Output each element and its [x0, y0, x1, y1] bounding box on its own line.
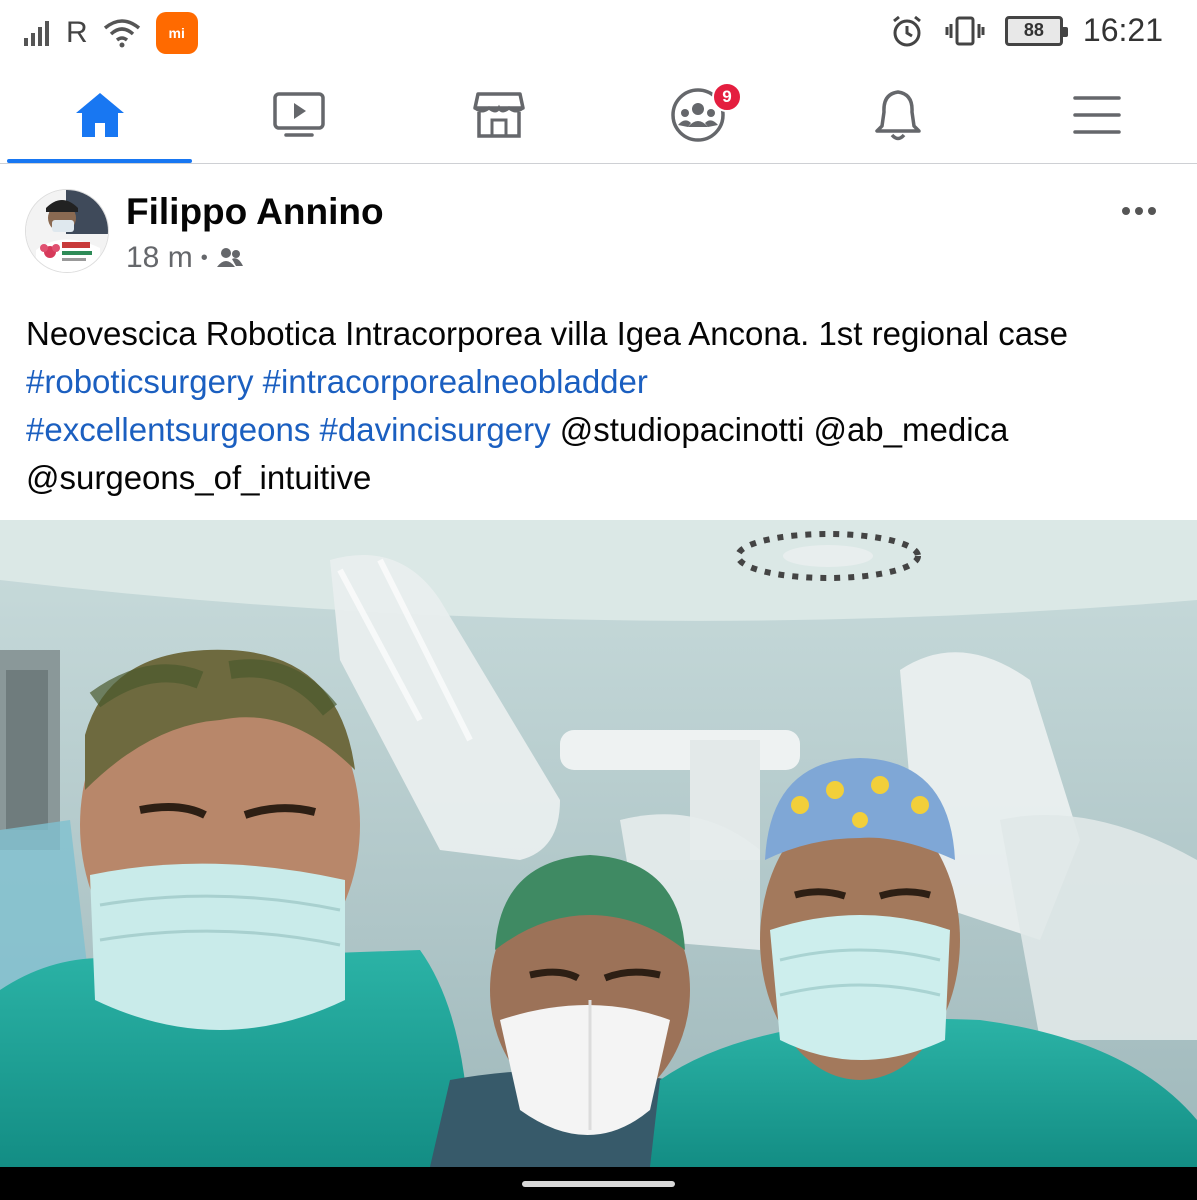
post-photo[interactable]: [0, 520, 1197, 1167]
author-name[interactable]: Filippo Annino: [126, 191, 384, 233]
clock: 16:21: [1082, 12, 1163, 48]
groups-badge: 9: [712, 82, 742, 112]
meta-separator: •: [200, 246, 208, 269]
home-icon: [75, 92, 124, 137]
alarm-icon: [892, 15, 921, 46]
battery-icon: 88: [1004, 15, 1068, 46]
tab-watch[interactable]: [199, 66, 398, 163]
battery-level: 88: [1023, 20, 1044, 40]
bell-icon: [874, 89, 921, 140]
friends-icon: [216, 248, 243, 267]
tab-groups[interactable]: 9: [598, 66, 797, 163]
carrier-label: R: [66, 16, 88, 49]
post-text: Neovescica Robotica Intracorporea villa …: [26, 310, 1176, 502]
author-avatar[interactable]: [25, 189, 109, 273]
top-nav: 9: [0, 66, 1197, 164]
hashtags-line-1[interactable]: #roboticsurgery #intracorporealneobladde…: [26, 363, 648, 400]
avatar-image: [26, 190, 108, 272]
status-bar: R mi 88 16:21: [0, 0, 1197, 66]
video-icon: [272, 91, 325, 137]
tab-marketplace[interactable]: [399, 66, 598, 163]
post-options-button[interactable]: [1121, 191, 1157, 225]
post-meta: 18 m •: [126, 241, 244, 275]
vibrate-icon: [945, 16, 985, 45]
status-left: R mi: [22, 12, 198, 54]
wifi-icon: [103, 19, 140, 48]
system-nav-bar: [0, 1167, 1197, 1200]
mentions-line-1[interactable]: @studiopacinotti @ab_medica: [551, 411, 1009, 448]
hashtags-line-2[interactable]: #excellentsurgeons #davincisurgery: [26, 411, 551, 448]
tab-home[interactable]: [0, 66, 199, 163]
post-header: Filippo Annino 18 m •: [0, 165, 1197, 295]
mentions-line-2[interactable]: @surgeons_of_intuitive: [26, 459, 371, 496]
home-indicator[interactable]: [522, 1181, 675, 1187]
mi-icon: mi: [155, 12, 198, 54]
store-icon: [472, 91, 525, 138]
post-time[interactable]: 18 m: [126, 241, 193, 275]
status-right: 88 16:21: [889, 12, 1163, 49]
signal-icon: [24, 21, 49, 46]
tab-notifications[interactable]: [798, 66, 997, 163]
post-text-body: Neovescica Robotica Intracorporea villa …: [26, 315, 1068, 352]
more-icon: [1122, 207, 1156, 215]
menu-icon: [1072, 95, 1121, 134]
surgeons-photo: [0, 520, 1197, 1167]
tab-menu[interactable]: [997, 66, 1196, 163]
